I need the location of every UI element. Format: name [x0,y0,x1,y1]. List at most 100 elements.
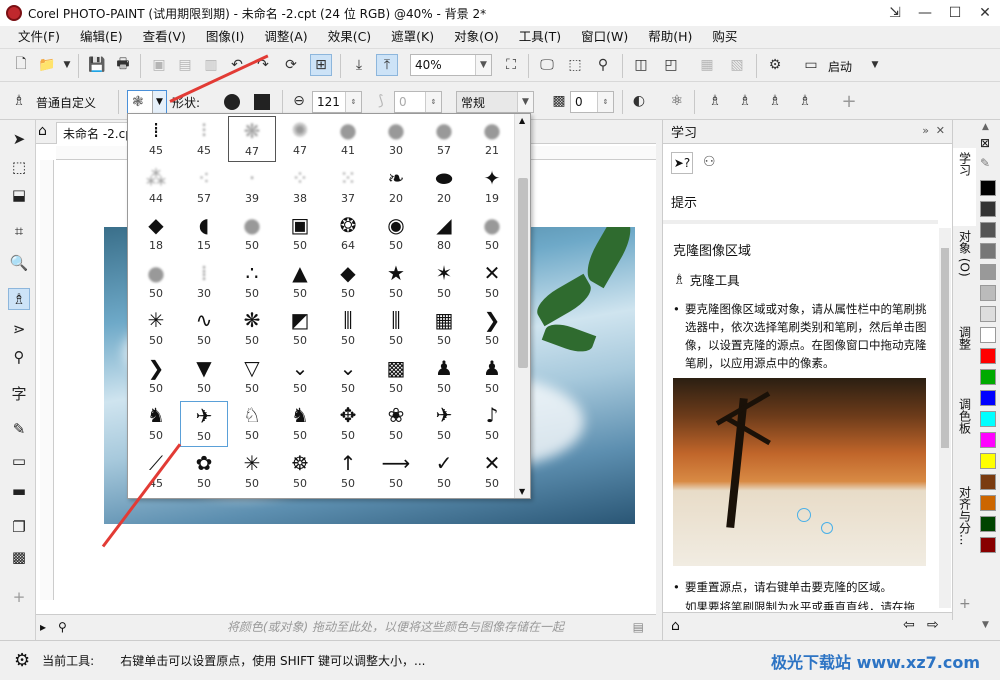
eyedropper-icon[interactable]: ⚲ [58,620,67,634]
new-document-icon[interactable]: 🗋 [10,54,32,76]
color-swatch[interactable] [980,222,996,238]
brush-shape-cell[interactable]: ▦ 50 [420,306,468,352]
color-swatch[interactable] [980,516,996,532]
brush-shape-cell[interactable]: ⟶ 50 [372,449,420,495]
menu-window[interactable]: 窗口(W) [571,26,638,48]
brush-shape-cell[interactable]: ❋ 50 [228,306,276,352]
scrollbar-thumb[interactable] [518,178,528,368]
tab-align[interactable]: 对齐与分... [953,482,977,572]
pick-tool-icon[interactable]: ➤ [8,128,30,150]
color-swatch[interactable] [980,537,996,553]
color-swatch[interactable] [980,411,996,427]
brush-shape-cell[interactable]: ∿ 50 [180,306,228,352]
back-icon[interactable]: ⇦ [903,617,915,633]
copy-icon[interactable]: ▤ [174,54,196,76]
preset-label[interactable]: 普通自定义 [36,94,96,111]
rectangle-tool-icon[interactable]: ▭ [8,450,30,472]
tab-objects[interactable]: 对象 (O) [953,226,977,322]
screen-icon[interactable]: 🖵 [536,54,558,76]
color-swatch[interactable] [980,348,996,364]
home-icon[interactable]: ⌂ [671,618,680,634]
brush-shape-cell[interactable]: ✦ 19 [468,164,516,210]
brush-shape-cell[interactable]: ❋ 47 [228,116,276,162]
mask-marquee-icon[interactable]: ⬚ [564,54,586,76]
chevron-up-icon[interactable]: ▲ [519,116,525,125]
tab-palette[interactable]: 调色板 [953,394,977,480]
eyedropper-tool-icon[interactable]: ⚲ [8,346,30,368]
chevron-down-icon[interactable]: ▼ [519,487,525,496]
square-nib-icon[interactable] [254,94,270,110]
color-swatch[interactable] [980,474,996,490]
chevron-up-icon[interactable]: ▲ [982,122,989,132]
brush-shape-cell[interactable]: ▲ 50 [276,259,324,305]
brush-shape-cell[interactable]: ⬬ 20 [420,164,468,210]
clone-brush-2-icon[interactable]: ♗ [734,90,756,112]
brush-shape-cell[interactable]: ⌄ 50 [324,354,372,400]
brush-shape-cell[interactable]: · 39 [228,164,276,210]
paint-tool-icon[interactable]: ✎ [8,418,30,440]
brush-shape-cell[interactable]: ❀ 50 [372,401,420,447]
brush-shape-cell[interactable]: ♞ 50 [132,401,180,447]
menu-edit[interactable]: 编辑(E) [70,26,133,48]
clone-brush-1-icon[interactable]: ♗ [704,90,726,112]
brush-shape-cell[interactable]: ▩ 50 [372,354,420,400]
brush-shape-cell[interactable]: ◖ 15 [180,211,228,257]
transparency-field[interactable]: 0 ⇕ [570,91,614,113]
brush-shape-cell[interactable]: ✺ 47 [276,116,324,162]
brush-shape-cell[interactable]: ❧ 20 [372,164,420,210]
brush-shape-cell[interactable]: ⁙ 37 [324,164,372,210]
docker-collapse-icon[interactable]: » [922,124,929,137]
expand-icon[interactable]: ▸ [40,620,46,634]
menu-help[interactable]: 帮助(H) [638,26,702,48]
export-icon[interactable]: ⤒ [376,54,398,76]
menu-tools[interactable]: 工具(T) [509,26,571,48]
color-swatch[interactable] [980,201,996,217]
brush-shape-cell[interactable]: ● 30 [372,116,420,162]
brush-shape-cell[interactable]: ● 50 [132,259,180,305]
brush-shape-cell[interactable]: ⁖ 57 [180,164,228,210]
menu-view[interactable]: 查看(V) [133,26,196,48]
launch-label[interactable]: 启动 [828,58,852,75]
color-swatch[interactable] [980,453,996,469]
save-icon[interactable]: 💾 [86,54,108,76]
popup-scrollbar[interactable]: ▲ ▼ [514,114,530,498]
brush-shape-cell[interactable]: ⫼ 50 [324,306,372,352]
fit-page-icon[interactable]: ⛶ [500,54,522,76]
vertical-ruler[interactable] [40,160,54,600]
clone-tool-icon[interactable]: ♗ [8,288,30,310]
cut-icon[interactable]: ▣ [148,54,170,76]
clone-brush-4-icon[interactable]: ♗ [794,90,816,112]
brush-shape-cell[interactable]: ◢ 80 [420,211,468,257]
forward-icon[interactable]: ⇨ [927,617,939,633]
brush-shape-cell[interactable]: ✶ 50 [420,259,468,305]
chevron-down-icon[interactable]: ▼ [982,620,989,630]
no-color-icon[interactable]: ⊠ [980,136,990,150]
zoom-tool-icon[interactable]: 🔍 [8,252,30,274]
color-swatch[interactable] [980,432,996,448]
brush-shape-cell[interactable]: ✳ 50 [228,449,276,495]
edit-color-icon[interactable]: ✎ [980,156,990,170]
maximize-button[interactable]: ☐ [940,0,970,26]
color-swatch[interactable] [980,495,996,511]
color-swatch[interactable] [980,390,996,406]
brush-shape-cell[interactable]: ● 50 [228,211,276,257]
menu-mask[interactable]: 遮罩(K) [381,26,444,48]
color-swatch[interactable] [980,285,996,301]
chevron-down-icon[interactable]: ▼ [475,55,491,75]
home-icon[interactable]: ⌂ [38,123,47,139]
brush-shape-cell[interactable]: ● 50 [468,211,516,257]
brush-shape-cell[interactable]: ▽ 50 [228,354,276,400]
brush-shape-cell[interactable]: ★ 50 [372,259,420,305]
docker-scrollbar[interactable] [939,228,951,608]
brush-shape-picker[interactable]: ❃ ▼ [127,90,167,114]
brush-shape-cell[interactable]: ◩ 50 [276,306,324,352]
menu-effects[interactable]: 效果(C) [318,26,381,48]
close-button[interactable]: ✕ [970,0,1000,26]
atom-icon[interactable]: ⚛ [666,90,688,112]
tab-adjust[interactable]: 调整 [953,322,977,392]
nib-size-field[interactable]: 121 ⇕ [312,91,362,113]
round-nib-icon[interactable] [224,94,240,110]
mask-overlay-icon[interactable]: ◰ [660,54,682,76]
import-icon[interactable]: ⤓ [348,54,370,76]
brush-shape-cell[interactable]: ◆ 50 [324,259,372,305]
